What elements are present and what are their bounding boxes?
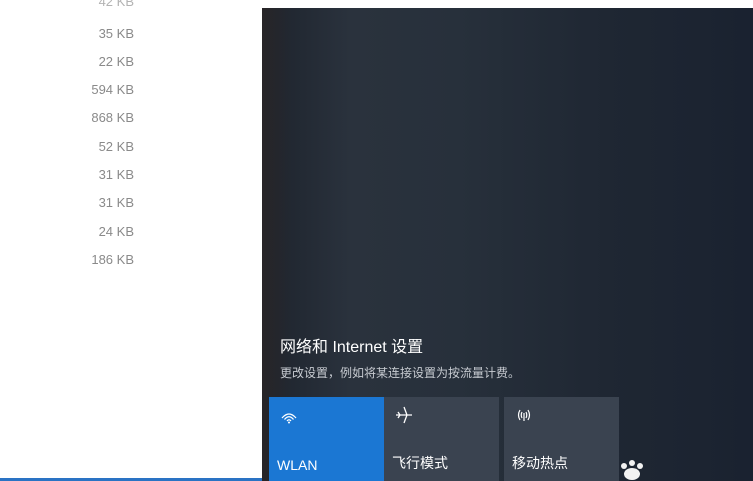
file-size: 31 KB [98,167,134,182]
mobile-hotspot-icon [517,409,531,421]
file-size-column: 42 KB 35 KB 22 KB 594 KB 868 KB 52 KB 31… [0,0,262,481]
file-size: 24 KB [98,224,134,239]
file-size-cutoff: 42 KB [98,0,134,9]
file-size: 22 KB [98,54,134,69]
mobile-hotspot-label: 移动热点 [512,455,568,471]
file-size: 868 KB [91,110,134,125]
wlan-toggle-tile[interactable]: WLAN [269,397,384,481]
file-size: 186 KB [91,252,134,267]
file-size: 35 KB [98,26,134,41]
airplane-mode-tile[interactable]: 飞行模式 [384,397,499,481]
airplane-mode-label: 飞行模式 [392,455,448,471]
mobile-hotspot-tile[interactable]: 移动热点 [504,397,619,481]
action-center-flyout: 网络和 Internet 设置 更改设置，例如将某连接设置为按流量计费。 WLA… [262,8,753,481]
airplane-icon [396,406,412,424]
wifi-icon [281,413,297,424]
wlan-tile-label: WLAN [277,457,318,473]
network-settings-link[interactable]: 网络和 Internet 设置 [280,333,423,357]
file-size: 594 KB [91,82,134,97]
file-size: 52 KB [98,139,134,154]
network-settings-description: 更改设置，例如将某连接设置为按流量计费。 [280,366,521,380]
file-size: 31 KB [98,195,134,210]
paw-logo-icon [621,460,643,480]
